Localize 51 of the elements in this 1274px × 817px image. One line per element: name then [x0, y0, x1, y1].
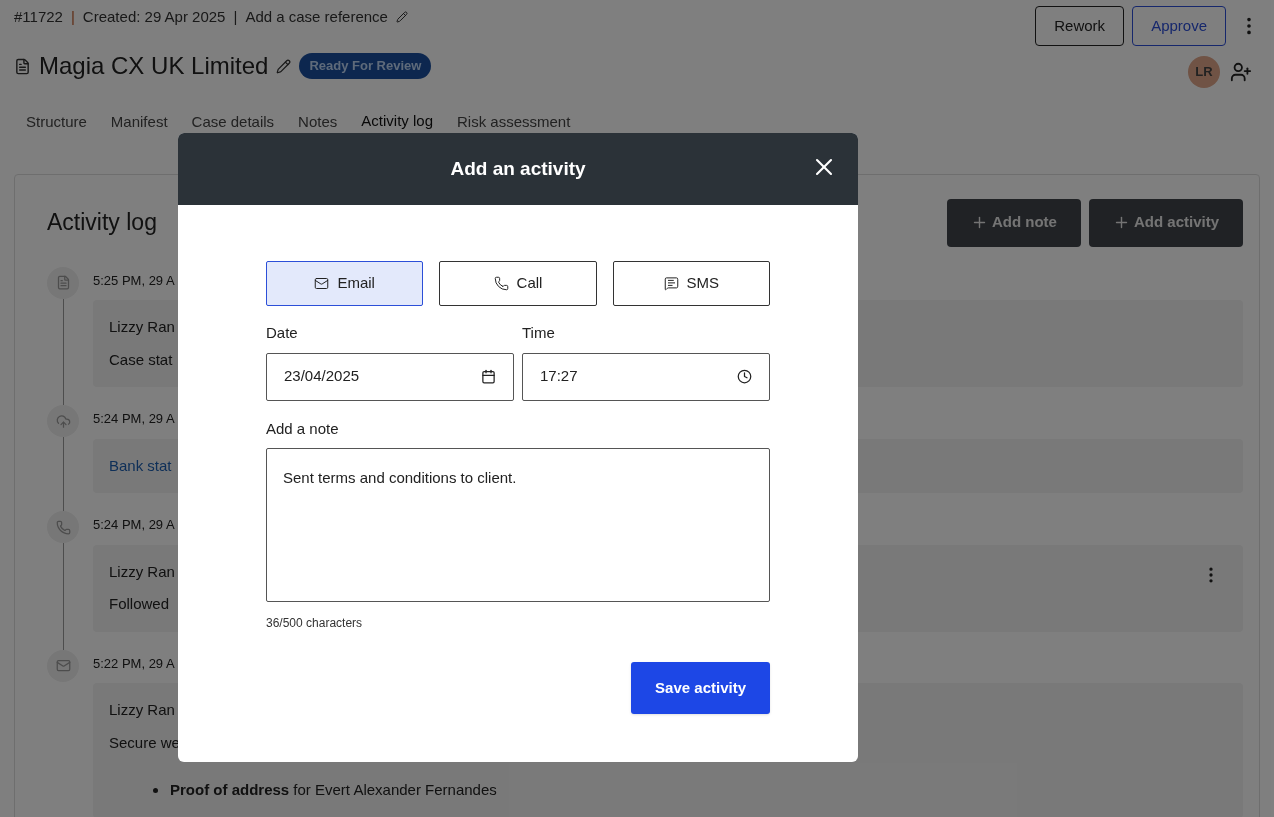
entry-author: Lizzy Ran: [109, 317, 175, 337]
document-link[interactable]: Bank stat: [109, 454, 172, 477]
tab[interactable]: Notes: [298, 110, 338, 145]
add-note-button[interactable]: Add note: [946, 198, 1081, 247]
entry-timestamp: 5:22 PM, 29 A: [93, 654, 175, 673]
field-label: Add a note: [266, 418, 340, 439]
status-badge: Ready For Review: [299, 53, 432, 79]
user-avatar[interactable]: LR: [1188, 56, 1220, 88]
panel-title: Activity log: [47, 208, 157, 238]
case-reference-link[interactable]: Add a case reference: [245, 6, 388, 29]
created-date: Created: 29 Apr 2025: [82, 7, 226, 27]
entry-text: Case stat: [109, 349, 173, 370]
activity-type-toggle[interactable]: SMS: [612, 261, 770, 306]
entry-author: Lizzy Ran: [109, 700, 175, 720]
case-number: #11722: [14, 7, 63, 27]
case-title: Magia CX UK Limited: [39, 51, 269, 81]
entry-timestamp: 5:24 PM, 29 A: [93, 410, 175, 428]
note-field[interactable]: Sent terms and conditions to client.: [266, 448, 770, 602]
entry-timestamp: 5:24 PM, 29 A: [93, 516, 175, 534]
dialog-title: Add an activity: [450, 156, 586, 181]
list-item: Proof of address for Evert Alexander Fernandes: [170, 780, 497, 800]
character-counter: 36/500 characters: [266, 615, 364, 632]
separator: |: [70, 7, 75, 27]
approve-button[interactable]: Approve: [1132, 6, 1226, 46]
tab[interactable]: Structure: [26, 110, 87, 145]
envelope-icon: [314, 276, 330, 291]
field-label: Time: [522, 323, 556, 343]
activity-type-toggle[interactable]: Call: [439, 261, 597, 306]
tab[interactable]: Manifest: [110, 110, 168, 145]
tab[interactable]: Case details: [191, 110, 275, 145]
add-user-icon[interactable]: [1230, 61, 1252, 83]
bullet-icon: [153, 787, 158, 793]
entry-author: Lizzy Ran: [109, 561, 175, 582]
phone-icon: [493, 276, 509, 291]
date-field[interactable]: 23/04/2025: [266, 352, 514, 401]
entry-timestamp: 5:25 PM, 29 A: [93, 271, 175, 290]
clock-icon[interactable]: [737, 369, 752, 384]
document-icon: [14, 57, 31, 75]
time-field[interactable]: 17:27: [522, 352, 770, 401]
field-label: Date: [266, 323, 299, 343]
rework-button[interactable]: Rework: [1035, 6, 1125, 46]
separator: |: [233, 7, 238, 27]
tab[interactable]: Risk assessment: [457, 110, 571, 145]
save-activity-button[interactable]: Save activity: [631, 662, 770, 714]
add-activity-button[interactable]: Add activity: [1088, 198, 1243, 247]
activity-type-toggle[interactable]: Email: [266, 261, 424, 306]
calendar-icon[interactable]: [481, 369, 496, 384]
entry-text: Followed: [109, 594, 170, 614]
chat-icon: [663, 276, 679, 291]
edit-icon[interactable]: [276, 58, 292, 74]
edit-icon[interactable]: [395, 11, 408, 24]
